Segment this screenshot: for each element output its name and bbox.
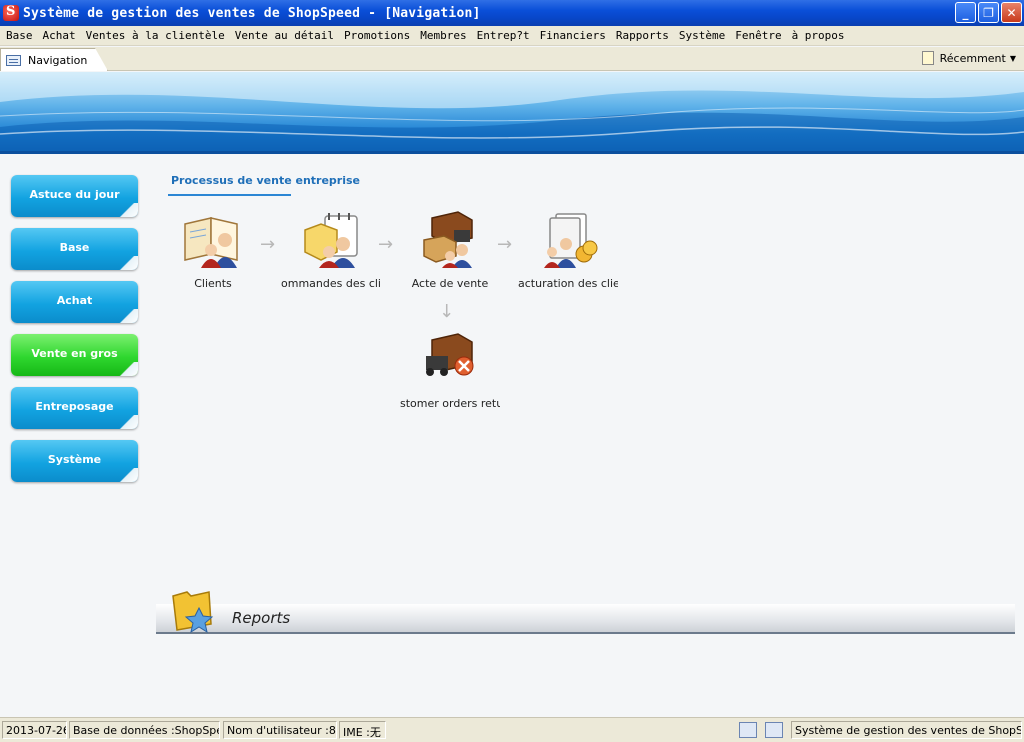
recent-documents-icon	[921, 51, 934, 65]
title-bar: Système de gestion des ventes de ShopSpe…	[0, 0, 1024, 26]
menu-base[interactable]: Base	[2, 29, 39, 42]
process-step-orders[interactable]: ommandes des clier	[281, 210, 381, 290]
arrow-right-icon: →	[497, 234, 513, 255]
sidebar-item-astuce-du-jour[interactable]: Astuce du jour	[11, 175, 138, 217]
process-step-label: ommandes des clier	[281, 277, 381, 290]
header-banner	[0, 72, 1024, 154]
clients-book-icon	[181, 210, 245, 270]
recent-dropdown[interactable]: Récemment ▼	[921, 51, 1016, 65]
process-title: Processus de vente entreprise	[171, 174, 361, 187]
maximize-button[interactable]: ❐	[978, 2, 999, 23]
window-title: Système de gestion des ventes de ShopSpe…	[23, 5, 481, 21]
folder-star-icon	[169, 584, 219, 634]
process-step-clients[interactable]: Clients	[163, 210, 263, 290]
window-controls: _ ❐ ✕	[955, 2, 1022, 23]
sidebar-item-label: Achat	[56, 293, 93, 307]
arrow-right-icon: →	[260, 234, 276, 255]
menu-vente-detail[interactable]: Vente au détail	[231, 29, 340, 42]
status-app-name: Système de gestion des ventes de ShopSpe…	[791, 721, 1022, 739]
return-truck-icon	[418, 330, 482, 390]
invoice-coins-icon	[536, 210, 600, 270]
tab-navigation[interactable]: Navigation	[0, 48, 108, 71]
sidebar-item-entreposage[interactable]: Entreposage	[11, 387, 138, 429]
sidebar-item-systeme[interactable]: Système	[11, 440, 138, 482]
layout-horizontal-icon[interactable]	[739, 722, 757, 738]
chevron-down-icon: ▼	[1009, 53, 1016, 63]
status-ime: IME :无	[339, 721, 386, 739]
window-list-icon	[6, 54, 21, 66]
arrow-down-icon: →	[436, 302, 458, 319]
process-step-label: Clients	[194, 277, 232, 290]
sidebar-item-label: Vente en gros	[31, 346, 118, 360]
sidebar-item-label: Entreposage	[35, 399, 114, 413]
process-step-label: stomer orders retu	[400, 397, 500, 410]
delivery-truck-icon	[418, 210, 482, 270]
main-area: Astuce du jour Base Achat Vente en gros …	[0, 154, 1024, 716]
process-step-label: acturation des clier	[518, 277, 618, 290]
title-underline	[168, 194, 291, 196]
banner-wave-graphic	[0, 72, 1024, 154]
process-step-label: Acte de vente	[411, 277, 489, 290]
status-username: Nom d'utilisateur :888	[223, 721, 337, 739]
reports-title: Reports	[232, 609, 291, 627]
menu-promotions[interactable]: Promotions	[340, 29, 416, 42]
sidebar-item-label: Système	[47, 452, 102, 466]
menu-a-propos[interactable]: à propos	[788, 29, 851, 42]
menu-bar: Base Achat Ventes à la clientèle Vente a…	[0, 26, 1024, 46]
menu-membres[interactable]: Membres	[416, 29, 472, 42]
sidebar-item-base[interactable]: Base	[11, 228, 138, 270]
menu-ventes-clientele[interactable]: Ventes à la clientèle	[82, 29, 231, 42]
status-date: 2013-07-26	[2, 721, 67, 739]
tab-navigation-label: Navigation	[28, 53, 88, 67]
menu-fenetre[interactable]: Fenêtre	[731, 29, 787, 42]
layout-vertical-icon[interactable]	[765, 722, 783, 738]
sidebar-item-label: Astuce du jour	[29, 187, 120, 201]
sidebar-item-vente-en-gros[interactable]: Vente en gros	[11, 334, 138, 376]
menu-systeme[interactable]: Système	[675, 29, 731, 42]
arrow-right-icon: →	[378, 234, 394, 255]
app-logo-icon[interactable]	[3, 4, 19, 21]
menu-achat[interactable]: Achat	[39, 29, 82, 42]
recent-label: Récemment	[939, 51, 1006, 65]
tab-strip: Navigation Récemment ▼	[0, 47, 1024, 71]
sidebar-item-label: Base	[59, 240, 90, 254]
process-step-acte-de-vente[interactable]: Acte de vente	[400, 210, 500, 290]
sidebar: Astuce du jour Base Achat Vente en gros …	[0, 154, 152, 716]
close-button[interactable]: ✕	[1001, 2, 1022, 23]
orders-notebook-icon	[299, 210, 363, 270]
process-step-customer-returns[interactable]: stomer orders retu	[400, 330, 500, 410]
status-database: Base de données :ShopSpeed	[69, 721, 220, 739]
process-step-facturation[interactable]: acturation des clier	[518, 210, 618, 290]
minimize-button[interactable]: _	[955, 2, 976, 23]
process-panel: Processus de vente entreprise Clients →	[156, 154, 1024, 716]
sidebar-item-achat[interactable]: Achat	[11, 281, 138, 323]
menu-entrepot[interactable]: Entrep?t	[473, 29, 536, 42]
menu-rapports[interactable]: Rapports	[612, 29, 675, 42]
status-bar: 2013-07-26 Base de données :ShopSpeed No…	[0, 717, 1024, 742]
menu-financiers[interactable]: Financiers	[536, 29, 612, 42]
